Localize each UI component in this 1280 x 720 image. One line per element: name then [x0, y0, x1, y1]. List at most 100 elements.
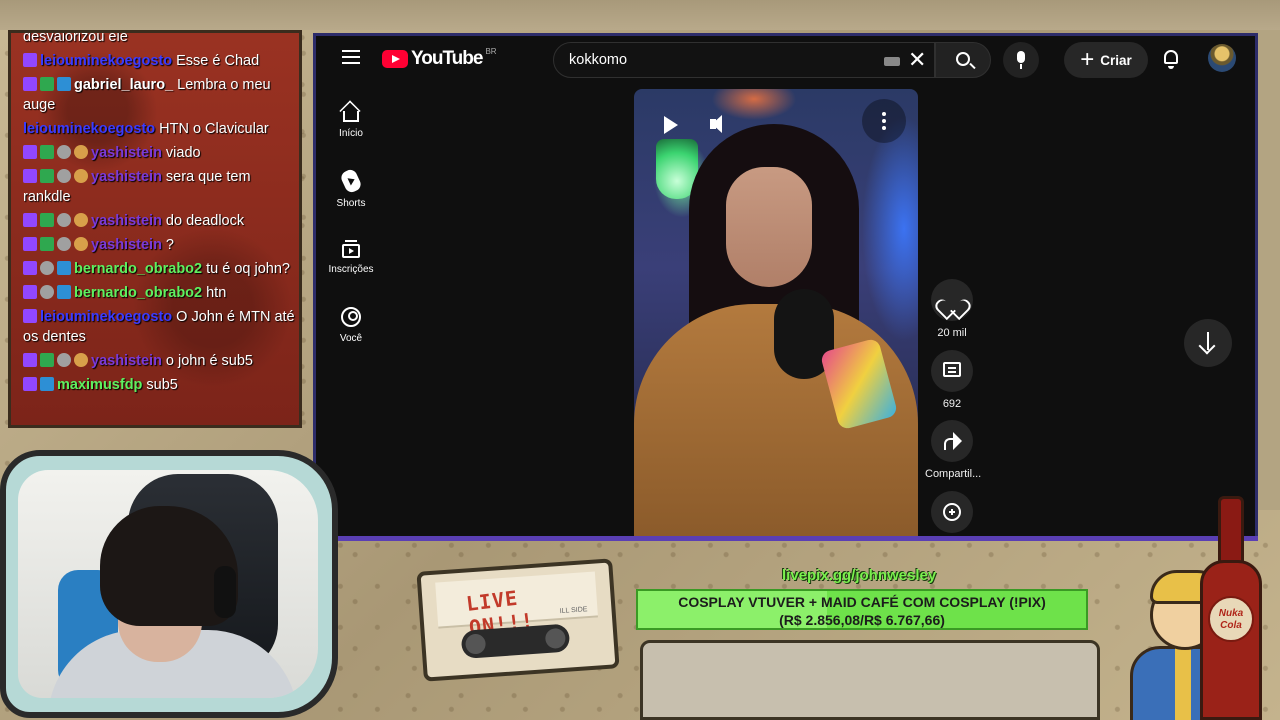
comment-icon: [943, 362, 961, 377]
youtube-logo-text: YouTube: [411, 48, 483, 69]
chat-username[interactable]: yashistein: [91, 169, 162, 185]
next-video-button[interactable]: [1184, 319, 1232, 367]
star-badge-icon: [40, 285, 54, 299]
chat-message: yashistein o john é sub5: [23, 351, 295, 371]
overlay-frame-right: [1258, 30, 1280, 510]
twitch-badge-icon: [23, 261, 37, 275]
search-input[interactable]: kokkomo ✕: [553, 42, 935, 78]
chat-text: o john é sub5: [165, 353, 253, 369]
chat-username[interactable]: leiouminekoegosto: [23, 121, 155, 137]
home-icon: [343, 111, 359, 122]
sidebar-item-label: Início: [339, 128, 363, 139]
webcam-feed: [18, 470, 318, 698]
share-label: Compartil...: [925, 468, 982, 480]
bottle-label: Nuka Cola: [1208, 596, 1254, 642]
check-badge-icon: [40, 213, 54, 227]
face-badge-icon: [74, 169, 88, 183]
chat-text: ?: [165, 237, 174, 253]
sidebar-item-you[interactable]: Você: [316, 307, 386, 344]
webcam-headset: [214, 566, 236, 618]
twitch-badge-icon: [23, 145, 37, 159]
short-video-player[interactable]: [634, 89, 918, 537]
twitch-badge-icon: [23, 169, 37, 183]
share-button[interactable]: [931, 420, 973, 462]
remix-action[interactable]: [925, 491, 979, 539]
chat-username[interactable]: yashistein: [91, 213, 162, 229]
like-button[interactable]: [931, 279, 973, 321]
overlay-frame-top: [0, 0, 1280, 30]
sidebar-item-label: Você: [339, 333, 363, 344]
youtube-logo[interactable]: YouTube BR: [382, 47, 497, 70]
remix-button[interactable]: [931, 491, 973, 533]
blue-badge-icon: [57, 285, 71, 299]
more-options-icon[interactable]: [862, 99, 906, 143]
chat-username[interactable]: leiouminekoegosto: [40, 309, 172, 325]
check-badge-icon: [40, 77, 54, 91]
chat-username[interactable]: maximusfdp: [57, 377, 142, 393]
vault-boy-stripe: [1175, 646, 1191, 720]
donation-goal-title: COSPLAY VTUVER + MAID CAFÉ COM COSPLAY (…: [678, 594, 1046, 610]
chat-message: yashistein?: [23, 235, 295, 255]
overlay-machine-art: [640, 640, 1100, 720]
star-badge-icon: [57, 145, 71, 159]
create-button[interactable]: + Criar: [1064, 42, 1148, 78]
search-value: kokkomo: [569, 52, 628, 68]
chat-username[interactable]: yashistein: [91, 353, 162, 369]
sidebar-item-label: Shorts: [336, 198, 366, 209]
sidebar-item-subscriptions[interactable]: Inscrições: [316, 238, 386, 275]
clear-search-icon[interactable]: ✕: [908, 48, 926, 72]
chat-message: bernardo_obrabo2 htn: [23, 283, 295, 303]
chat-text: Esse é Chad: [176, 53, 260, 69]
check-badge-icon: [40, 169, 54, 183]
chat-username[interactable]: yashistein: [91, 145, 162, 161]
chat-username[interactable]: bernardo_obrabo2: [74, 261, 202, 277]
blue-badge-icon: [40, 377, 54, 391]
face-badge-icon: [74, 145, 88, 159]
search-button[interactable]: [935, 42, 991, 78]
chat-message: maximusfdp sub5: [23, 375, 295, 395]
youtube-logo-icon: [382, 50, 408, 68]
chat-text: HTN o Clavicular: [159, 121, 269, 137]
like-action[interactable]: 20 mil: [925, 279, 979, 339]
cassette-tape-art: LIVE ON!!! ILL SIDE: [416, 558, 620, 682]
check-badge-icon: [40, 353, 54, 367]
subscriptions-icon: [342, 240, 360, 258]
sidebar-item-home[interactable]: Início: [316, 100, 386, 139]
chat-text: do deadlock: [165, 213, 245, 229]
star-badge-icon: [57, 353, 71, 367]
nuka-cola-bottle-art: Nuka Cola: [1196, 496, 1266, 720]
chat-username[interactable]: leiouminekoegosto: [40, 53, 172, 69]
twitch-badge-icon: [23, 213, 37, 227]
star-badge-icon: [57, 169, 71, 183]
shorts-icon: [339, 167, 363, 195]
chat-username[interactable]: gabriel_lauro_: [74, 77, 173, 93]
chat-text: sub5: [146, 377, 178, 393]
comment-count: 692: [942, 398, 962, 410]
comment-button[interactable]: [931, 350, 973, 392]
volume-icon[interactable]: [702, 107, 738, 143]
heart-icon: [942, 291, 962, 309]
twitch-badge-icon: [23, 53, 37, 67]
share-action[interactable]: Compartil...: [925, 420, 982, 480]
chat-message: gabriel_lauro_ Lembra o meu auge: [23, 75, 295, 115]
remix-icon: [943, 503, 961, 521]
like-count: 20 mil: [937, 327, 967, 339]
blue-badge-icon: [57, 261, 71, 275]
comment-action[interactable]: 692: [925, 350, 979, 410]
menu-icon[interactable]: [342, 50, 360, 64]
keyboard-icon[interactable]: [884, 57, 900, 66]
plus-icon: +: [1080, 46, 1095, 73]
notifications-bell-icon[interactable]: [1161, 48, 1181, 70]
avatar[interactable]: [1208, 44, 1236, 72]
chat-message: yashistein sera que tem rankdle: [23, 167, 295, 207]
play-icon[interactable]: [654, 107, 690, 143]
bottle-label-text: Nuka Cola: [1218, 608, 1244, 631]
chat-message: desvalorizou ele: [23, 33, 295, 47]
chat-message: leiouminekoegosto HTN o Clavicular: [23, 119, 295, 139]
chat-message: leiouminekoegosto O John é MTN até os den…: [23, 307, 295, 347]
chat-username[interactable]: bernardo_obrabo2: [74, 285, 202, 301]
chat-text: htn: [206, 285, 227, 301]
voice-search-button[interactable]: [1003, 42, 1039, 78]
sidebar-item-shorts[interactable]: Shorts: [316, 167, 386, 209]
chat-username[interactable]: yashistein: [91, 237, 162, 253]
